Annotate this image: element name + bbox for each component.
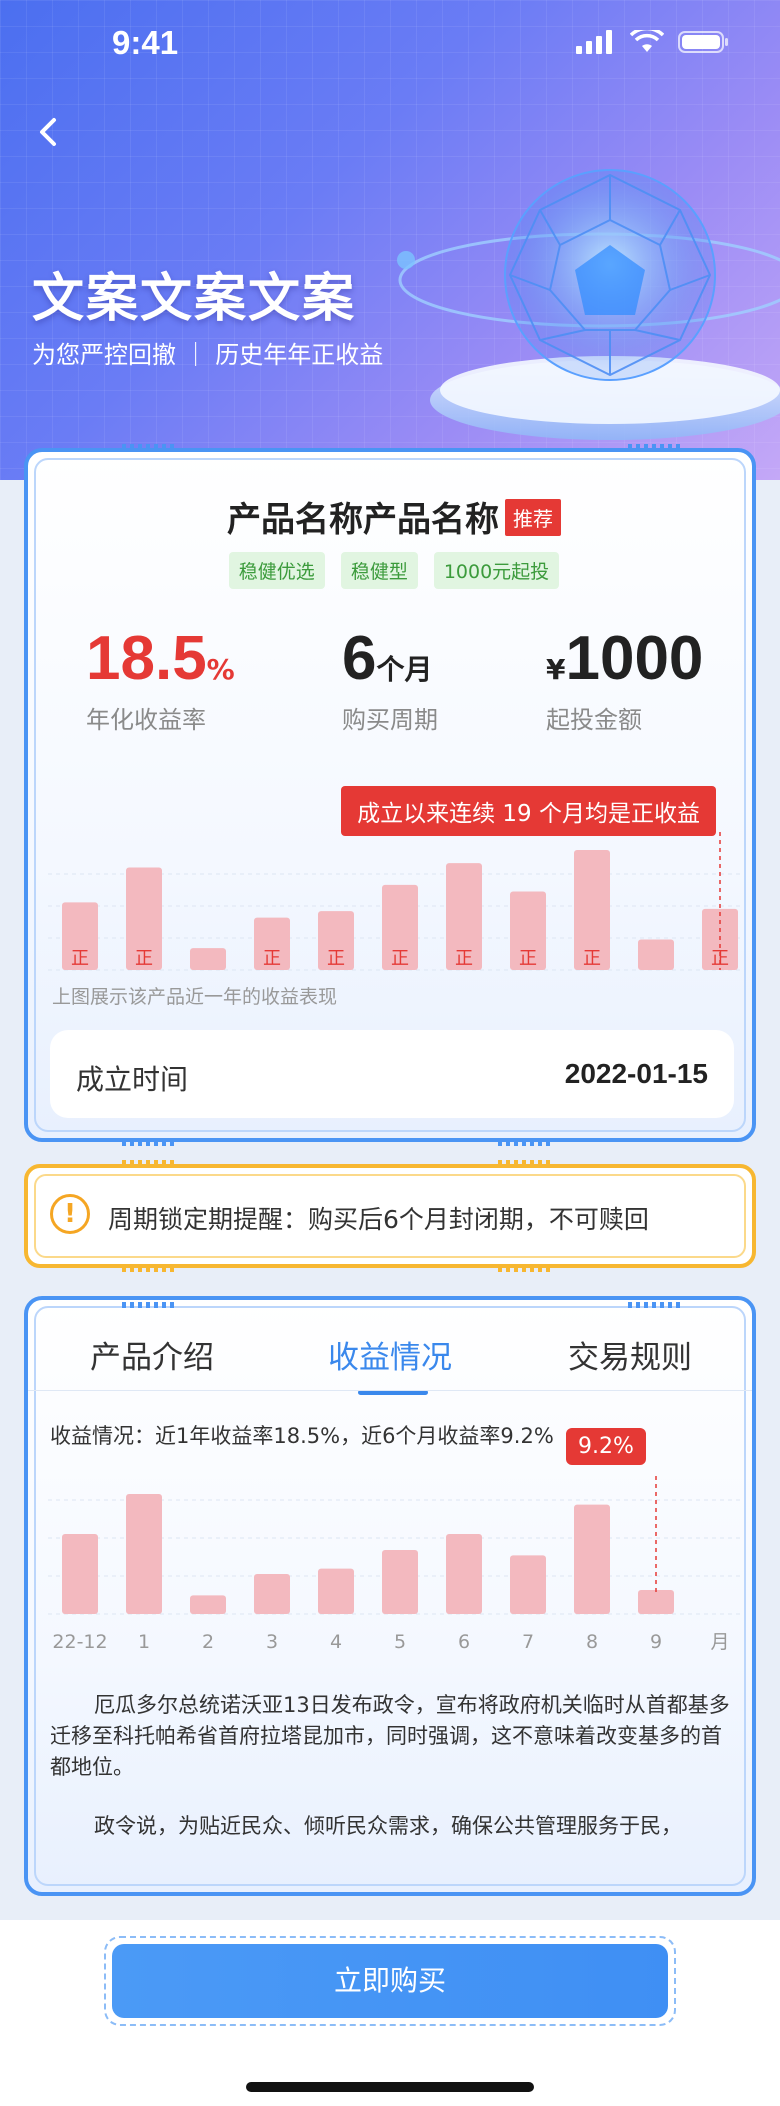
stat-label: 起投金额 bbox=[546, 706, 642, 734]
established-label: 成立时间 bbox=[76, 1063, 189, 1096]
bar-label: 正 bbox=[263, 948, 281, 969]
article-paragraph: 厄瓜多尔总统诺沃亚13日发布政令，宣布将政府机关临时从首都基多迁移至科托帕希省首… bbox=[50, 1693, 730, 1779]
card-deco bbox=[122, 1302, 178, 1308]
stat-period: 6个月 购买周期 bbox=[342, 624, 438, 735]
lock-period-warning: ! 周期锁定期提醒：购买后6个月封闭期，不可赎回 bbox=[24, 1160, 756, 1272]
globe-illustration bbox=[397, 169, 780, 440]
tab-returns[interactable]: 收益情况 bbox=[328, 1332, 452, 1377]
card-deco bbox=[122, 444, 178, 450]
wifi-icon bbox=[630, 30, 664, 52]
positive-return-banner: 成立以来连续 19 个月均是正收益 bbox=[341, 786, 716, 836]
bar-label: 正 bbox=[711, 948, 729, 969]
card-deco bbox=[628, 444, 684, 450]
bar bbox=[574, 1504, 610, 1614]
stat-label: 购买周期 bbox=[342, 706, 438, 734]
tag: 1000元起投 bbox=[433, 552, 560, 589]
tab-divider bbox=[28, 1390, 752, 1391]
stat-unit: 个月 bbox=[376, 653, 433, 686]
card-deco bbox=[122, 1160, 178, 1166]
card-deco bbox=[122, 1140, 178, 1146]
card-deco bbox=[498, 1140, 554, 1146]
buy-now-button[interactable]: 立即购买 bbox=[112, 1944, 668, 2018]
card-deco bbox=[122, 1266, 178, 1272]
x-tick-label: 22-12 bbox=[52, 1631, 107, 1653]
bar bbox=[638, 939, 674, 970]
status-bar: 9:41 bbox=[0, 0, 780, 90]
bar-label: 正 bbox=[455, 948, 473, 969]
bar bbox=[190, 948, 226, 970]
warning-text: 周期锁定期提醒：购买后6个月封闭期，不可赎回 bbox=[108, 1205, 649, 1234]
card-deco bbox=[498, 1160, 554, 1166]
x-tick-label: 8 bbox=[586, 1631, 598, 1653]
bar bbox=[318, 1568, 354, 1614]
article-paragraph: 政令说，为贴近民众、倾听民众需求，确保公共管理服务于民， bbox=[94, 1814, 682, 1838]
bar bbox=[510, 1555, 546, 1614]
x-tick-label: 9 bbox=[650, 1631, 662, 1653]
bar-label: 正 bbox=[327, 948, 345, 969]
card-deco bbox=[498, 1266, 554, 1272]
tab-product-intro[interactable]: 产品介绍 bbox=[90, 1332, 214, 1377]
x-tick-label: 6 bbox=[458, 1631, 470, 1653]
returns-chart: 22-12 1 2 3 4 5 6 7 8 9 月 bbox=[48, 1476, 740, 1653]
x-tick-label: 4 bbox=[330, 1631, 342, 1653]
returns-summary: 收益情况：近1年收益率18.5%，近6个月收益率9.2% bbox=[50, 1424, 554, 1448]
bar bbox=[62, 1534, 98, 1614]
stat-label: 年化收益率 bbox=[86, 706, 206, 734]
stat-unit: % bbox=[206, 653, 235, 686]
battery-icon bbox=[678, 31, 728, 53]
bar-label: 正 bbox=[71, 948, 89, 969]
stat-value: 6 bbox=[342, 624, 377, 693]
stat-currency: ¥ bbox=[546, 653, 566, 686]
x-tick-label: 2 bbox=[202, 1631, 214, 1653]
bar-label: 正 bbox=[519, 948, 537, 969]
x-tick-label: 1 bbox=[138, 1631, 150, 1653]
x-tick-label: 月 bbox=[710, 1631, 729, 1653]
tab-trading-rules[interactable]: 交易规则 bbox=[568, 1332, 692, 1377]
bar bbox=[126, 1494, 162, 1614]
back-icon[interactable] bbox=[30, 112, 70, 152]
x-tick-label: 7 bbox=[522, 1631, 534, 1653]
established-date-row: 成立时间 2022-01-15 bbox=[50, 1030, 734, 1118]
stat-value: 18.5 bbox=[86, 624, 207, 693]
detail-tabs: 产品介绍 收益情况 交易规则 bbox=[28, 1332, 752, 1412]
hero-subtitle: 为您严控回撤 ｜ 历史年年正收益 bbox=[32, 341, 384, 369]
bar-label: 正 bbox=[583, 948, 601, 969]
bar bbox=[190, 1595, 226, 1614]
bar bbox=[638, 1590, 674, 1614]
x-tick-label: 5 bbox=[394, 1631, 406, 1653]
bar bbox=[446, 1534, 482, 1614]
x-tick-label: 3 bbox=[266, 1631, 278, 1653]
stat-min-investment: ¥1000 起投金额 bbox=[546, 624, 703, 735]
signal-icon bbox=[576, 30, 612, 54]
product-tags: 稳健优选 稳健型 1000元起投 bbox=[28, 552, 760, 589]
buy-button-frame: 立即购买 bbox=[104, 1936, 676, 2026]
bar-label: 正 bbox=[135, 948, 153, 969]
product-name: 产品名称产品名称 推荐 bbox=[28, 492, 760, 541]
chart-caption: 上图展示该产品近一年的收益表现 bbox=[52, 986, 338, 1008]
product-card: 产品名称产品名称 推荐 稳健优选 稳健型 1000元起投 18.5% 年化收益率 … bbox=[24, 444, 756, 1146]
warning-icon: ! bbox=[50, 1194, 90, 1234]
card-deco bbox=[628, 1302, 684, 1308]
recommend-badge: 推荐 bbox=[505, 499, 561, 536]
bar-label: 正 bbox=[391, 948, 409, 969]
bar bbox=[254, 1574, 290, 1614]
home-indicator bbox=[246, 2082, 534, 2092]
established-value: 2022-01-15 bbox=[564, 1058, 708, 1089]
status-time: 9:41 bbox=[112, 24, 179, 61]
product-name-text: 产品名称产品名称 bbox=[227, 500, 499, 540]
monthly-return-chart: 正正正正正正正正正 bbox=[48, 832, 740, 971]
stat-value: 1000 bbox=[565, 624, 704, 693]
tag: 稳健优选 bbox=[228, 552, 325, 589]
detail-card: 产品介绍 收益情况 交易规则 收益情况：近1年收益率18.5%，近6个月收益率9… bbox=[24, 1296, 756, 1896]
hero-title: 文案文案文案 bbox=[32, 269, 357, 329]
returns-tooltip: 9.2% bbox=[566, 1428, 646, 1465]
stat-annual-yield: 18.5% 年化收益率 bbox=[86, 624, 235, 735]
bar bbox=[382, 1550, 418, 1614]
tag: 稳健型 bbox=[340, 552, 418, 589]
article: 厄瓜多尔总统诺沃亚13日发布政令，宣布将政府机关临时从首都基多迁移至科托帕希省首… bbox=[50, 1690, 740, 1870]
